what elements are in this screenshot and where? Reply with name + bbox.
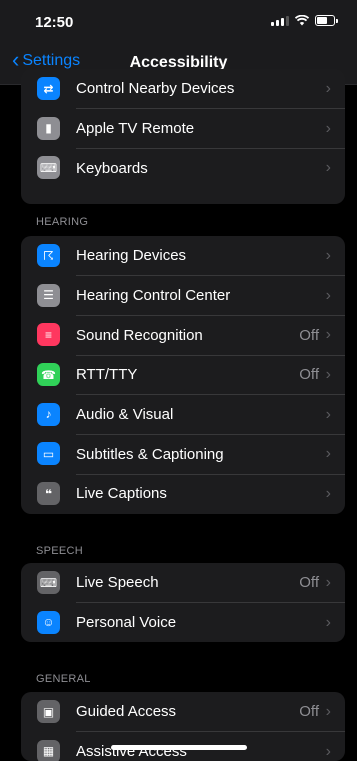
row-value: Off	[299, 703, 319, 721]
row-label: Live Speech	[76, 574, 159, 592]
tv-remote-icon: ▮	[37, 116, 60, 140]
nearby-devices-icon: ⇄	[37, 77, 60, 100]
row-label: RTT/TTY	[76, 366, 138, 384]
row-label: Guided Access	[76, 703, 177, 721]
row-label: Keyboards	[76, 159, 148, 177]
chevron-right-icon: ›	[325, 573, 331, 591]
row-keyboards[interactable]: ⌨ Keyboards ›	[21, 148, 345, 188]
group-interaction: ⇄ Control Nearby Devices › ▮ Apple TV Re…	[21, 69, 345, 204]
chevron-right-icon: ›	[325, 119, 331, 137]
chevron-right-icon: ›	[325, 613, 331, 631]
row-label: Hearing Devices	[76, 247, 187, 265]
row-hearing-control-center[interactable]: ☰ Hearing Control Center ›	[21, 276, 345, 316]
group-general: ▣ Guided Access Off › ▦ Assistive Access…	[21, 692, 345, 761]
row-label: Control Nearby Devices	[76, 80, 235, 98]
row-sound-recognition[interactable]: ≡ Sound Recognition Off ›	[21, 315, 345, 356]
person-voice-icon: ☺	[37, 610, 60, 634]
row-value: Off	[299, 326, 319, 344]
chevron-right-icon: ›	[325, 79, 331, 97]
chevron-right-icon: ›	[325, 445, 331, 463]
section-header-hearing: HEARING	[36, 216, 89, 228]
row-label: Hearing Control Center	[76, 287, 231, 305]
ear-icon: ☈	[37, 244, 60, 267]
row-label: Subtitles & Captioning	[76, 445, 224, 463]
toggles-icon: ☰	[37, 283, 60, 307]
status-icons	[271, 15, 338, 26]
battery-icon	[315, 15, 338, 26]
row-label: Apple TV Remote	[76, 120, 195, 138]
chevron-right-icon: ›	[325, 365, 331, 383]
row-rtt-tty[interactable]: ☎ RTT/TTY Off ›	[21, 355, 345, 395]
row-hearing-devices[interactable]: ☈ Hearing Devices ›	[21, 236, 345, 276]
home-indicator[interactable]	[111, 745, 247, 750]
row-guided-access[interactable]: ▣ Guided Access Off ›	[21, 692, 345, 732]
chevron-right-icon: ›	[325, 702, 331, 720]
row-label: Sound Recognition	[76, 326, 203, 344]
tty-icon: ☎	[37, 363, 60, 387]
speaker-eye-icon: ♪	[37, 402, 60, 426]
row-live-captions[interactable]: ❝ Live Captions ›	[21, 474, 345, 514]
chevron-right-icon: ›	[325, 286, 331, 304]
chevron-right-icon: ›	[325, 246, 331, 264]
row-label: Personal Voice	[76, 614, 177, 632]
live-captions-icon: ❝	[37, 482, 60, 506]
status-time: 12:50	[35, 14, 74, 31]
section-header-general: GENERAL	[36, 673, 91, 685]
row-personal-voice[interactable]: ☺ Personal Voice ›	[21, 603, 345, 643]
row-audio-visual[interactable]: ♪ Audio & Visual ›	[21, 395, 345, 435]
row-label: Audio & Visual	[76, 406, 174, 424]
lock-frame-icon: ▣	[37, 700, 60, 723]
chevron-right-icon: ›	[325, 742, 331, 760]
status-bar: 12:50	[0, 0, 357, 42]
waveform-search-icon: ≡	[37, 323, 60, 347]
row-control-nearby-devices[interactable]: ⇄ Control Nearby Devices ›	[21, 69, 345, 109]
row-live-speech[interactable]: ⌨ Live Speech Off ›	[21, 563, 345, 603]
cellular-signal-icon	[271, 15, 289, 26]
chevron-right-icon: ›	[325, 405, 331, 423]
assistive-access-icon: ▦	[37, 739, 60, 761]
row-value: Off	[299, 574, 319, 592]
row-label: Live Captions	[76, 485, 167, 503]
group-hearing: ☈ Hearing Devices › ☰ Hearing Control Ce…	[21, 236, 345, 514]
row-apple-tv-remote[interactable]: ▮ Apple TV Remote ›	[21, 109, 345, 149]
chevron-right-icon: ›	[325, 484, 331, 502]
row-subtitles-captioning[interactable]: ▭ Subtitles & Captioning ›	[21, 434, 345, 475]
group-speech: ⌨ Live Speech Off › ☺ Personal Voice ›	[21, 563, 345, 643]
captions-icon: ▭	[37, 442, 60, 466]
keyboard-speech-icon: ⌨	[37, 571, 60, 594]
keyboard-icon: ⌨	[37, 156, 60, 180]
wifi-icon	[295, 15, 309, 26]
chevron-right-icon: ›	[325, 326, 331, 344]
row-value: Off	[299, 366, 319, 384]
chevron-right-icon: ›	[325, 159, 331, 177]
section-header-speech: SPEECH	[36, 545, 84, 557]
